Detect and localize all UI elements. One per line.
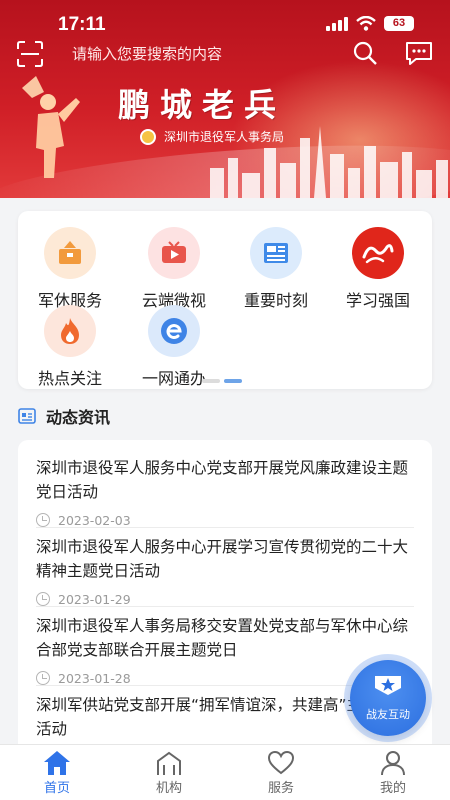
news-item[interactable]: 深圳市退役军人服务中心党支部开展党风廉政建设主题党日活动 2023-02-03 [36, 456, 414, 528]
news-section-header: 动态资讯 [18, 404, 110, 428]
tab-mine[interactable]: 我的 [358, 749, 428, 796]
heart-hand-icon [267, 750, 295, 775]
news-date: 2023-02-03 [36, 510, 414, 530]
service-item-hot[interactable]: 热点关注 [20, 305, 120, 389]
search-input[interactable] [72, 42, 322, 66]
clock-icon [36, 592, 50, 606]
tab-label: 我的 [379, 781, 406, 796]
search-icon[interactable] [352, 40, 378, 66]
tab-services[interactable]: 服务 [246, 749, 316, 796]
service-item-xuexi[interactable]: 学习强国 [328, 227, 428, 311]
news-date-text: 2023-01-29 [58, 591, 131, 607]
flame-icon [44, 305, 96, 357]
news-icon [250, 227, 302, 279]
user-icon [381, 751, 405, 776]
tab-institutions[interactable]: 机构 [134, 749, 204, 796]
news-title: 深圳市退役军人服务中心开展学习宣传贯彻党的二十大精神主题党日活动 [36, 538, 409, 580]
comrade-interaction-button[interactable]: 战友互动 [350, 660, 426, 736]
clock-icon [36, 513, 50, 527]
scan-icon[interactable] [16, 41, 44, 67]
services-grid: 军休服务 云端微视 重要时刻 学习强国 热点关注 一网通办 [18, 211, 432, 389]
emblem-icon [140, 128, 156, 145]
tab-label: 机构 [155, 781, 182, 796]
message-icon[interactable] [404, 40, 434, 66]
tab-home[interactable]: 首页 [22, 749, 92, 796]
news-date-text: 2023-01-28 [58, 670, 131, 686]
signal-icon [326, 16, 348, 31]
service-item-moments[interactable]: 重要时刻 [226, 227, 326, 311]
news-title: 深圳市退役军人服务中心党支部开展党风廉政建设主题党日活动 [36, 459, 409, 501]
clock-icon [36, 671, 50, 685]
xuexi-logo-icon [352, 227, 404, 279]
building-icon [157, 751, 181, 775]
banner-subtitle-text: 深圳市退役军人事务局 [164, 130, 285, 144]
service-item-yiwang[interactable]: 一网通办 [124, 305, 224, 389]
banner-subtitle: 深圳市退役军人事务局 [140, 128, 284, 145]
service-item-junxiu[interactable]: 军休服务 [20, 227, 120, 311]
news-date-text: 2023-02-03 [58, 512, 131, 528]
float-button-label: 战友互动 [366, 708, 410, 721]
star-badge-icon [375, 676, 401, 695]
e-service-icon [148, 305, 200, 357]
battery-icon: 63 [384, 16, 414, 31]
search-bar [0, 38, 450, 70]
news-section-icon [18, 408, 36, 424]
service-label: 学习强国 [345, 291, 410, 310]
tab-label: 服务 [267, 781, 294, 796]
service-item-video[interactable]: 云端微视 [124, 227, 224, 311]
soldier-statue-icon [22, 76, 80, 178]
video-icon [148, 227, 200, 279]
header-banner: 鹏城老兵 深圳市退役军人事务局 17:11 63 [0, 0, 450, 198]
service-label: 重要时刻 [243, 291, 308, 310]
home-icon [44, 751, 70, 775]
tab-label: 首页 [43, 781, 70, 796]
news-title: 深圳市退役军人事务局移交安置处党支部与军休中心综合部党支部联合开展主题党日 [36, 617, 409, 659]
box-icon [44, 227, 96, 279]
banner-title: 鹏城老兵 [118, 86, 287, 124]
wifi-icon [356, 16, 376, 31]
pager-dots [202, 379, 242, 383]
service-label: 一网通办 [141, 369, 206, 388]
news-item[interactable]: 深圳市退役军人服务中心开展学习宣传贯彻党的二十大精神主题党日活动 2023-01… [36, 535, 414, 607]
service-label: 热点关注 [37, 369, 102, 388]
status-time: 17:11 [58, 14, 106, 35]
news-section-title: 动态资讯 [46, 408, 111, 427]
status-icons: 63 [326, 16, 414, 31]
news-date: 2023-01-29 [36, 589, 414, 609]
bottom-tab-bar: 首页 机构 服务 我的 [0, 744, 450, 800]
